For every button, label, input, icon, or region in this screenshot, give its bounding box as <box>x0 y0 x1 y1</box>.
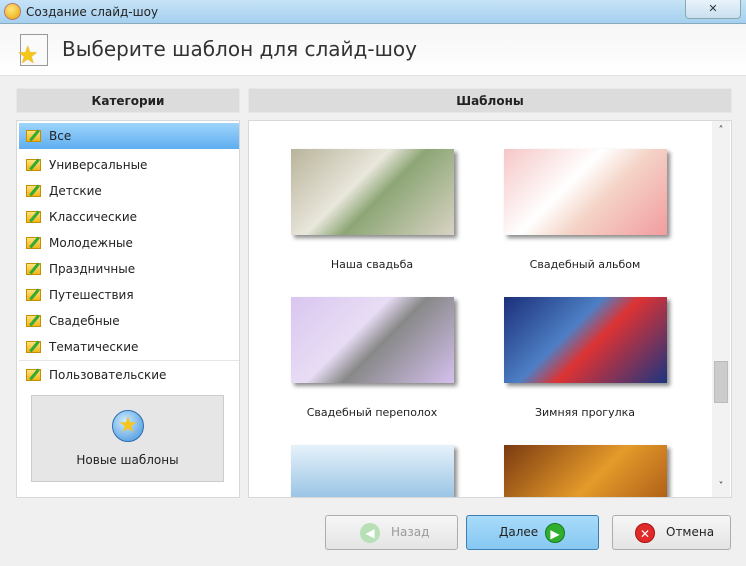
template-thumb[interactable] <box>504 149 667 235</box>
category-user[interactable]: Пользовательские <box>19 362 239 388</box>
category-item[interactable]: Праздничные <box>19 256 239 282</box>
wizard-header: ★ Выберите шаблон для слайд-шоу <box>0 24 746 76</box>
next-arrow-icon: ▶ <box>545 523 565 543</box>
folder-icon <box>26 263 41 275</box>
folder-icon <box>26 369 41 381</box>
cancel-button[interactable]: ✕ Отмена <box>612 515 731 550</box>
template-thumb[interactable] <box>291 149 454 235</box>
category-item[interactable]: Классические <box>19 204 239 230</box>
folder-icon <box>26 315 41 327</box>
title-bar: Создание слайд-шоу ✕ <box>0 0 746 24</box>
back-label: Назад <box>391 525 430 539</box>
category-label: Детские <box>49 184 102 198</box>
templates-header: Шаблоны <box>248 88 732 113</box>
categories-header: Категории <box>16 88 240 113</box>
page-title: Выберите шаблон для слайд-шоу <box>62 37 417 61</box>
template-thumb[interactable] <box>291 297 454 383</box>
template-label: Зимняя прогулка <box>534 406 636 419</box>
template-label: Наша свадьба <box>330 258 414 271</box>
folder-icon <box>26 185 41 197</box>
scroll-up-icon[interactable]: ˄ <box>712 125 730 136</box>
new-templates-label: Новые шаблоны <box>76 453 179 467</box>
scroll-down-icon[interactable]: ˅ <box>712 481 730 492</box>
category-label: Свадебные <box>49 314 120 328</box>
cancel-x-icon: ✕ <box>635 523 655 543</box>
app-icon <box>4 3 21 20</box>
category-label: Праздничные <box>49 262 136 276</box>
category-item[interactable]: Универсальные <box>19 152 239 178</box>
template-label: Свадебный альбом <box>529 258 641 271</box>
window-title: Создание слайд-шоу <box>26 5 159 19</box>
category-item[interactable]: Молодежные <box>19 230 239 256</box>
category-label: Молодежные <box>49 236 133 250</box>
template-thumb[interactable] <box>291 445 454 497</box>
category-label: Тематические <box>49 340 139 354</box>
scroll-thumb[interactable] <box>714 361 728 403</box>
next-button[interactable]: Далее ▶ <box>466 515 599 550</box>
category-label: Все <box>49 129 72 143</box>
next-label: Далее <box>499 525 539 539</box>
folder-icon <box>26 289 41 301</box>
templates-grid: Наша свадьба Свадебный альбом Свадебный … <box>248 120 732 498</box>
templates-scrollbar[interactable]: ˄ ˅ <box>712 121 730 497</box>
category-all[interactable]: Все <box>19 123 239 149</box>
template-star-icon: ★ <box>17 34 48 69</box>
category-label: Путешествия <box>49 288 134 302</box>
category-item[interactable]: Путешествия <box>19 282 239 308</box>
category-label: Классические <box>49 210 138 224</box>
folder-icon <box>26 237 41 249</box>
category-item[interactable]: Тематические <box>19 334 239 360</box>
folder-icon <box>26 159 41 171</box>
category-item[interactable]: Свадебные <box>19 308 239 334</box>
folder-icon <box>26 341 41 353</box>
new-star-icon: ★ <box>112 410 144 442</box>
cancel-label: Отмена <box>666 525 715 539</box>
template-thumb[interactable] <box>504 445 667 497</box>
category-label: Пользовательские <box>49 368 167 382</box>
back-button[interactable]: ◀ Назад <box>325 515 458 550</box>
folder-icon <box>26 211 41 223</box>
folder-icon <box>26 130 41 142</box>
template-thumb[interactable] <box>504 297 667 383</box>
category-label: Универсальные <box>49 158 148 172</box>
template-label: Свадебный переполох <box>306 406 438 419</box>
categories-list: Все Универсальные Детские Классические М… <box>16 120 240 498</box>
new-templates-button[interactable]: ★ Новые шаблоны <box>31 395 224 482</box>
close-button[interactable]: ✕ <box>685 0 741 19</box>
category-item[interactable]: Детские <box>19 178 239 204</box>
back-arrow-icon: ◀ <box>360 523 380 543</box>
divider <box>19 360 239 361</box>
